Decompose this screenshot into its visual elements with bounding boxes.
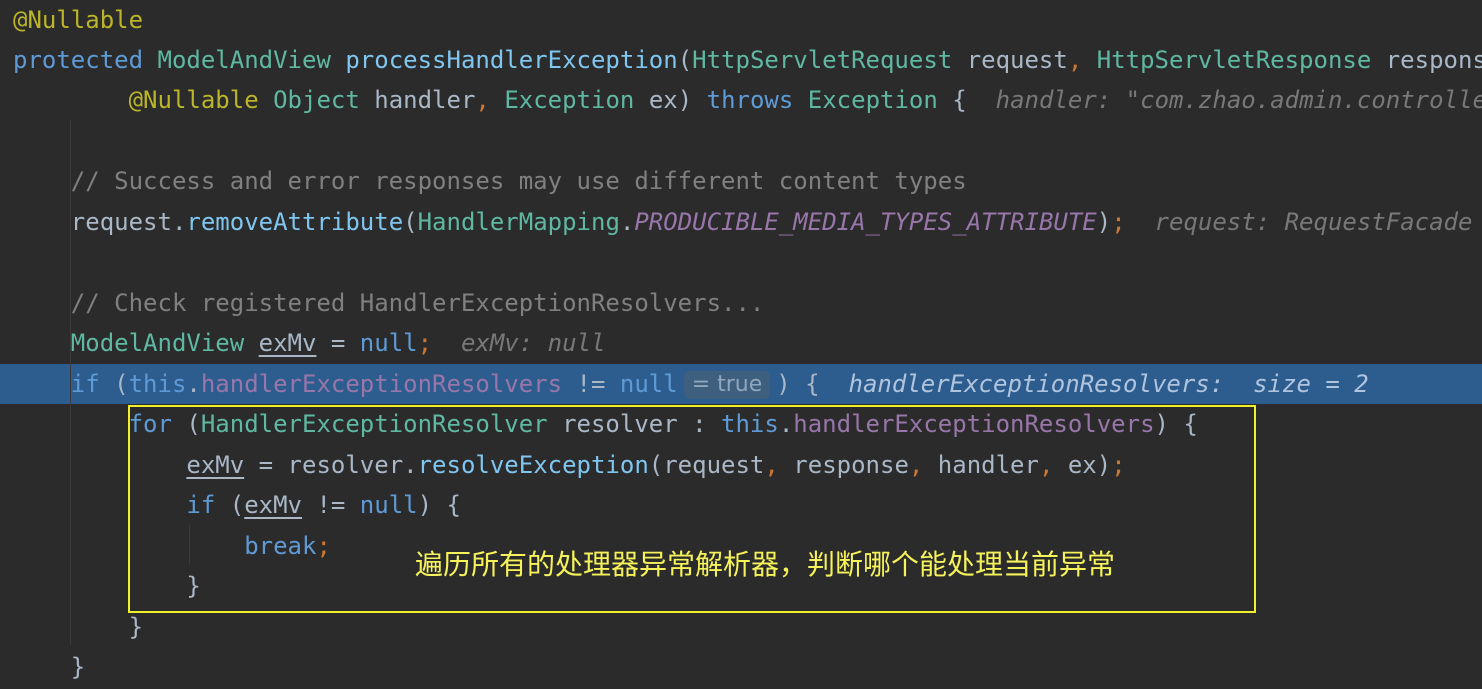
code-token: null	[359, 329, 418, 357]
inline-debug-hint: exMv: null	[460, 329, 606, 357]
inline-value-badge: = true	[683, 371, 771, 399]
inline-debug-hint: request: RequestFacade	[1154, 208, 1473, 236]
code-token: !=	[562, 370, 620, 398]
code-token: HandlerMapping	[417, 208, 620, 236]
code-token: if	[70, 370, 115, 398]
code-token: .	[186, 370, 201, 398]
code-token: {	[952, 86, 996, 114]
code-token: response	[1385, 46, 1482, 74]
code-token: )	[677, 86, 707, 114]
inline-debug-hint: handlerExceptionResolvers: size = 2	[848, 370, 1369, 398]
line-5: // Success and error responses may use d…	[0, 161, 1482, 201]
code-token: ModelAndView	[70, 329, 259, 357]
code-token: Exception	[504, 86, 649, 114]
code-token: ;	[417, 329, 461, 357]
code-token: exMv	[258, 329, 317, 357]
indent-guide	[70, 120, 71, 645]
code-token: Object	[273, 86, 375, 114]
code-token: ModelAndView	[157, 46, 346, 74]
line-2: protected ModelAndView processHandlerExc…	[0, 40, 1482, 80]
code-token: processHandlerException	[345, 46, 678, 74]
line-17: }	[0, 647, 1482, 687]
code-token: request	[70, 208, 172, 236]
code-token: HttpServletRequest	[692, 46, 967, 74]
code-token: this	[128, 370, 187, 398]
code-token: PRODUCIBLE_MEDIA_TYPES_ATTRIBUTE	[634, 208, 1097, 236]
code-token: (	[677, 46, 693, 74]
code-token: ,	[475, 86, 505, 114]
code-token: .	[619, 208, 635, 236]
code-token: Exception	[807, 86, 953, 114]
code-token: // Check registered HandlerExceptionReso…	[70, 289, 765, 317]
inline-debug-hint: handler: "com.zhao.admin.controller	[995, 86, 1482, 114]
line-3: @Nullable Object handler, Exception ex) …	[0, 80, 1482, 120]
code-token: =	[316, 329, 360, 357]
code-editor[interactable]: @Nullable protected ModelAndView process…	[0, 0, 1482, 689]
line-16: }	[0, 607, 1482, 647]
code-token: handler	[374, 86, 476, 114]
code-token: throws	[706, 86, 808, 114]
code-token: @Nullable	[13, 6, 144, 34]
line-6: request.removeAttribute(HandlerMapping.P…	[0, 202, 1482, 242]
annotation-text: 遍历所有的处理器异常解析器，判断哪个能处理当前异常	[415, 548, 1116, 581]
code-token: @Nullable	[128, 86, 274, 114]
current-execution-line: if (this.handlerExceptionResolvers != nu…	[0, 364, 1482, 404]
code-token: .	[171, 208, 187, 236]
code-token: // Success and error responses may use d…	[70, 167, 967, 195]
line-8: // Check registered HandlerExceptionReso…	[0, 283, 1482, 323]
code-token: (	[403, 208, 418, 236]
code-token: HttpServletResponse	[1096, 46, 1386, 74]
code-token: protected	[13, 46, 158, 74]
code-token: }	[70, 653, 86, 681]
code-token: removeAttribute	[186, 208, 404, 236]
line-9: ModelAndView exMv = null; exMv: null	[0, 323, 1482, 363]
code-token: ) {	[776, 370, 849, 398]
code-token: null	[619, 370, 678, 398]
line-1: @Nullable	[0, 0, 1482, 40]
code-token: ,	[1067, 46, 1097, 74]
code-token: (	[114, 370, 129, 398]
code-token: ex	[648, 86, 678, 114]
code-token: )	[1096, 208, 1112, 236]
code-token: request	[966, 46, 1068, 74]
line-4	[0, 121, 1482, 161]
code-token: }	[128, 613, 144, 641]
code-token: ;	[1111, 208, 1155, 236]
code-token: handlerExceptionResolvers	[200, 370, 563, 398]
line-7	[0, 242, 1482, 282]
